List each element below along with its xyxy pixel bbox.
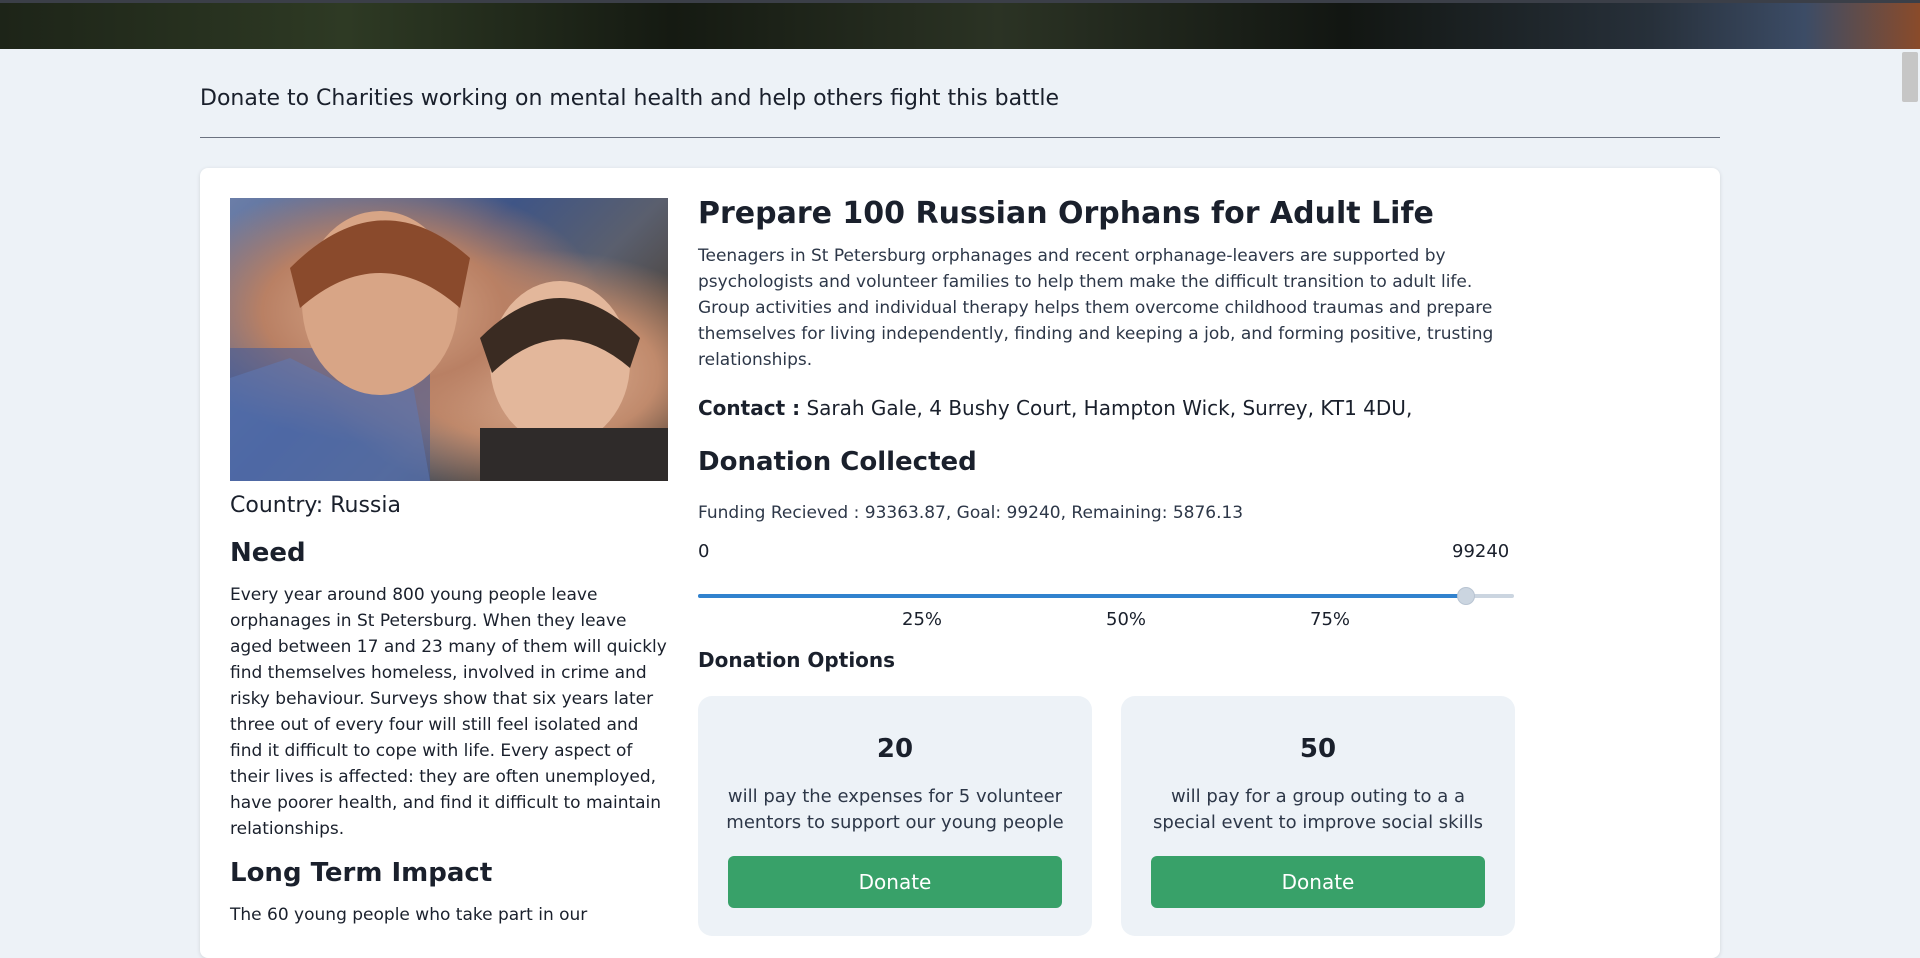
project-photo	[230, 198, 668, 481]
contact-info: Contact : Sarah Gale, 4 Bushy Court, Ham…	[698, 396, 1412, 420]
donation-option-card: 50 will pay for a group outing to a a sp…	[1121, 696, 1515, 936]
hero-banner-image	[0, 0, 1920, 49]
contact-label: Contact :	[698, 396, 801, 420]
donation-collected-heading: Donation Collected	[698, 447, 977, 477]
donation-option-card: 20 will pay the expenses for 5 volunteer…	[698, 696, 1092, 936]
progress-max-label: 99240	[1452, 541, 1510, 562]
donation-progress-bar	[698, 587, 1514, 605]
donation-options-heading: Donation Options	[698, 648, 896, 672]
donation-option-description: will pay for a group outing to a a speci…	[1153, 786, 1483, 833]
progress-thumb[interactable]	[1457, 587, 1475, 605]
progress-tick-75: 75%	[1310, 609, 1351, 630]
need-text: Every year around 800 young people leave…	[230, 585, 667, 839]
contact-value: Sarah Gale, 4 Bushy Court, Hampton Wick,…	[800, 396, 1413, 420]
donate-button[interactable]: Donate	[728, 856, 1062, 908]
page-title: Donate to Charities working on mental he…	[200, 86, 1059, 111]
progress-tick-25: 25%	[902, 609, 943, 630]
progress-min-label: 0	[698, 541, 710, 562]
funding-summary: Funding Recieved : 93363.87, Goal: 99240…	[698, 503, 1244, 523]
long-term-impact-text: The 60 young people who take part in our	[230, 905, 588, 925]
long-term-impact-heading: Long Term Impact	[230, 858, 493, 888]
donation-amount: 50	[1299, 734, 1337, 764]
photo-illustration	[230, 211, 668, 481]
project-title: Prepare 100 Russian Orphans for Adult Li…	[698, 196, 1434, 231]
progress-tick-50: 50%	[1106, 609, 1147, 630]
project-description: Teenagers in St Petersburg orphanages an…	[698, 246, 1494, 370]
scrollbar[interactable]	[1902, 52, 1918, 102]
divider	[200, 137, 1720, 138]
donate-button[interactable]: Donate	[1151, 856, 1485, 908]
need-heading: Need	[230, 538, 306, 568]
progress-fill	[698, 594, 1466, 598]
project-country: Country: Russia	[230, 493, 401, 518]
donation-amount: 20	[876, 734, 914, 764]
donation-option-description: will pay the expenses for 5 volunteer me…	[726, 786, 1064, 833]
